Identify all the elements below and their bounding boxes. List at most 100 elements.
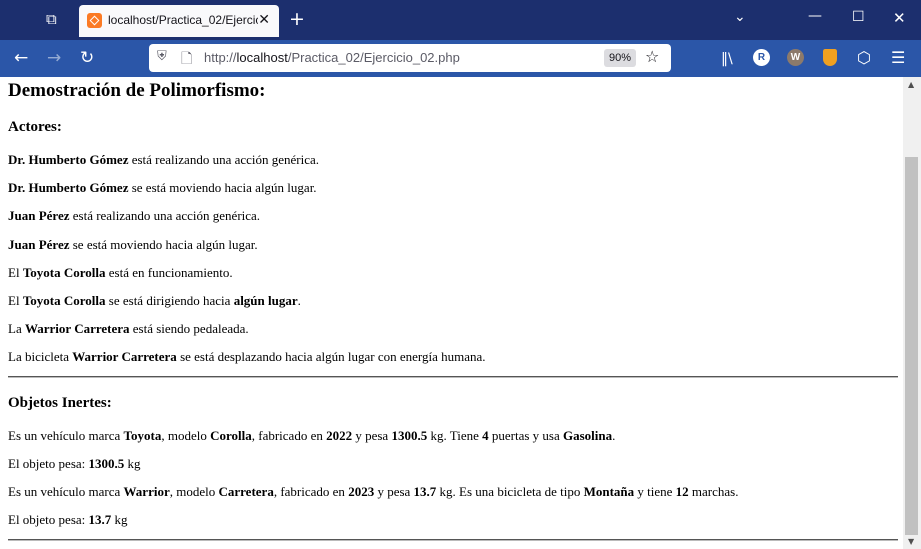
text-segment: , fabricado en xyxy=(251,428,327,443)
bold-value: Toyota Corolla xyxy=(22,293,106,308)
bold-value: Juan Pérez xyxy=(8,236,70,252)
text-segment: , modelo xyxy=(161,428,211,443)
actor-message: Juan Pérez se está moviendo hacia algún … xyxy=(8,237,258,253)
text-segment: y pesa xyxy=(374,484,414,499)
text-segment: está siendo pedaleada. xyxy=(129,321,249,337)
separator-line xyxy=(8,539,898,541)
bold-value: Carretera xyxy=(218,484,274,499)
page-info-icon[interactable]: 🗋 xyxy=(181,48,192,72)
page-content: Demostración de Polimorfismo: Actores: D… xyxy=(0,77,903,549)
url-path: /Practica_02/Ejercicio_02.php xyxy=(287,50,460,65)
bold-value: Toyota xyxy=(123,428,162,443)
menu-hamburger-icon[interactable]: ☰ xyxy=(891,48,905,68)
text-segment: kg. Tiene xyxy=(427,428,483,443)
back-arrow-icon[interactable]: ← xyxy=(14,48,28,68)
reload-icon[interactable]: ↻ xyxy=(80,48,94,68)
text-segment: La bicicleta xyxy=(8,349,73,365)
text-segment: kg xyxy=(124,456,141,471)
url-text[interactable]: http://localhost/Practica_02/Ejercicio_0… xyxy=(204,50,460,65)
actor-message: Juan Pérez está realizando una acción ge… xyxy=(8,208,260,224)
close-window-icon[interactable]: ✕ xyxy=(893,9,906,27)
navigation-bar: ← → ↻ ⛨ 🗋 http://localhost/Practica_02/E… xyxy=(0,40,921,77)
extension-w-icon[interactable]: W xyxy=(787,49,804,66)
title-bar: ⧉ localhost/Practica_02/Ejercicio_02.php… xyxy=(0,0,921,40)
bold-value: Toyota Corolla xyxy=(22,264,106,280)
text-segment: está realizando una acción genérica. xyxy=(128,152,320,167)
library-icon[interactable]: ‖\ xyxy=(721,49,733,69)
scrollbar[interactable]: ▲ ▼ xyxy=(903,77,921,549)
bold-value: Corolla xyxy=(210,428,252,443)
object-description: El objeto pesa: 13.7 kg xyxy=(8,512,128,528)
separator-line xyxy=(8,376,898,378)
actor-message: Dr. Humberto Gómez está realizando una a… xyxy=(8,152,319,168)
bold-value: Dr. Humberto Gómez xyxy=(8,180,129,196)
page-title: Demostración de Polimorfismo: xyxy=(8,80,266,101)
scroll-down-arrow-icon[interactable]: ▼ xyxy=(908,537,914,546)
xampp-favicon-icon xyxy=(87,13,102,28)
bold-value: Warrior xyxy=(123,484,170,499)
actors-heading: Actores: xyxy=(8,119,62,135)
tab-list-chevron-icon[interactable]: ⌄ xyxy=(734,9,746,25)
bold-value: Montaña xyxy=(583,484,635,499)
text-segment: puertas y usa xyxy=(488,428,563,443)
forward-arrow-icon[interactable]: → xyxy=(47,48,61,68)
text-segment: Es un vehículo marca xyxy=(8,484,124,499)
actor-message: El Toyota Corolla está en funcionamiento… xyxy=(8,265,233,281)
bold-value: Juan Pérez xyxy=(8,208,70,224)
url-scheme: http:// xyxy=(204,50,237,65)
minimize-icon[interactable]: — xyxy=(808,8,822,24)
tab-overview-icon[interactable]: ⧉ xyxy=(46,10,57,28)
text-segment: kg. Es una bicicleta de tipo xyxy=(436,484,584,499)
bold-value: 1300.5 xyxy=(391,428,428,443)
bold-value: 2023 xyxy=(348,484,375,499)
object-description: Es un vehículo marca Warrior, modelo Car… xyxy=(8,484,738,500)
text-segment: La xyxy=(8,321,25,337)
bold-value: Gasolina xyxy=(562,428,613,443)
text-segment: está realizando una acción genérica. xyxy=(69,208,261,224)
actor-message: La Warrior Carretera está siendo pedalea… xyxy=(8,321,249,337)
text-segment: . xyxy=(612,428,616,443)
text-segment: El xyxy=(8,293,23,308)
bold-value: 13.7 xyxy=(88,512,112,527)
text-segment: se está desplazando hacia algún lugar co… xyxy=(176,349,486,365)
object-description: El objeto pesa: 1300.5 kg xyxy=(8,456,141,472)
actor-message: Dr. Humberto Gómez se está moviendo haci… xyxy=(8,180,317,196)
actor-message: La bicicleta Warrior Carretera se está d… xyxy=(8,349,486,365)
text-segment: se está dirigiendo hacia xyxy=(105,293,234,308)
text-segment: El objeto pesa: xyxy=(8,456,89,471)
extensions-puzzle-icon[interactable]: ⬡ xyxy=(857,48,871,68)
actor-message: El Toyota Corolla se está dirigiendo hac… xyxy=(8,293,301,309)
text-segment: se está moviendo hacia algún lugar. xyxy=(69,236,258,252)
maximize-icon[interactable]: ☐ xyxy=(852,9,865,25)
bold-value: 13.7 xyxy=(413,484,437,499)
bold-value: Warrior Carretera xyxy=(24,321,130,337)
text-segment: , fabricado en xyxy=(273,484,349,499)
objects-heading: Objetos Inertes: xyxy=(8,395,112,411)
bold-value: algún lugar xyxy=(233,293,298,308)
url-host: localhost xyxy=(236,50,288,65)
address-bar[interactable]: ⛨ 🗋 http://localhost/Practica_02/Ejercic… xyxy=(149,44,671,72)
bold-value: 2022 xyxy=(326,428,353,443)
text-segment: marchas. xyxy=(688,484,739,499)
scrollbar-thumb[interactable] xyxy=(905,157,918,535)
text-segment: kg xyxy=(111,512,128,527)
bold-value: Warrior Carretera xyxy=(72,349,177,365)
text-segment: está en funcionamiento. xyxy=(105,264,233,280)
text-segment: , modelo xyxy=(169,484,219,499)
extension-r-icon[interactable]: R xyxy=(753,49,770,66)
new-tab-icon[interactable]: + xyxy=(289,8,305,30)
bookmark-star-icon[interactable]: ☆ xyxy=(645,47,659,66)
text-segment: y pesa xyxy=(352,428,392,443)
scroll-up-arrow-icon[interactable]: ▲ xyxy=(908,80,914,89)
shield-extension-icon[interactable] xyxy=(823,49,837,66)
browser-tab[interactable]: localhost/Practica_02/Ejercicio_02.php ✕ xyxy=(79,5,279,37)
tab-title: localhost/Practica_02/Ejercicio_02.php xyxy=(108,13,258,27)
tab-close-icon[interactable]: ✕ xyxy=(258,11,270,29)
shield-icon[interactable]: ⛨ xyxy=(157,49,167,64)
bold-value: Dr. Humberto Gómez xyxy=(8,152,129,167)
bold-value: 1300.5 xyxy=(88,456,125,471)
zoom-indicator[interactable]: 90% xyxy=(604,49,636,67)
text-segment: . xyxy=(297,293,301,308)
text-segment: El objeto pesa: xyxy=(8,512,89,527)
bold-value: 12 xyxy=(675,484,689,499)
